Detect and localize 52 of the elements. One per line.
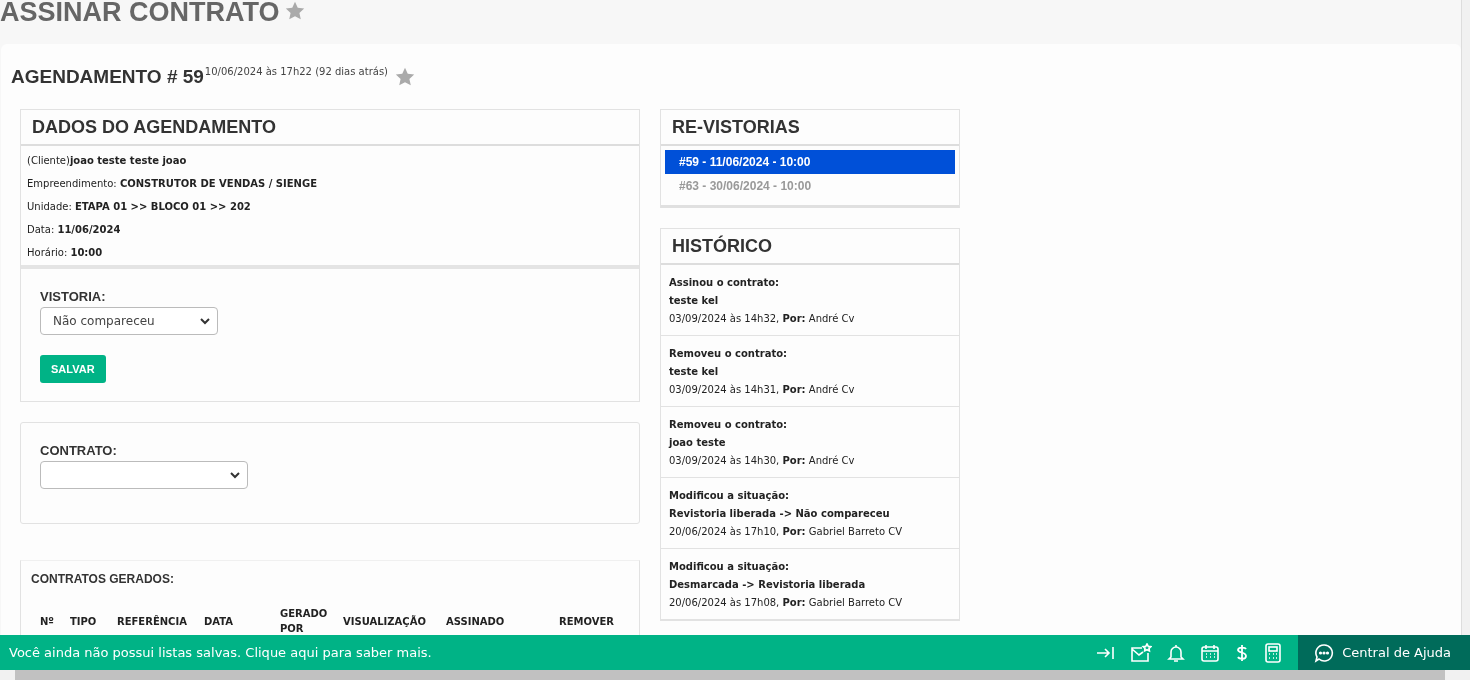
page-title: ASSINAR CONTRATO [0,0,280,24]
column-header: DATA [204,614,234,629]
history-meta: 20/06/2024 às 17h10, Por: Gabriel Barreto CV [669,525,904,539]
contract-label: CONTRATO: [40,443,118,458]
detail-text: Data: 11/06/2024 [27,223,122,237]
bell-icon[interactable] [1167,642,1186,663]
detail-text: (Cliente)joao teste teste joao [27,154,188,168]
calendar-icon[interactable] [1200,642,1221,663]
column-header: REFERÊNCIA [117,614,187,629]
vistoria-select[interactable]: Não compareceu [40,307,218,335]
chevron-down-icon [200,317,210,325]
history-detail: teste kel [669,365,720,379]
history-detail: Desmarcada -> Revistoria liberada [669,578,867,592]
history-detail: Revistoria liberada -> Não compareceu [669,507,891,521]
history-detail: teste kel [669,294,720,308]
column-header: GERADO POR [280,607,329,635]
scheduling-title: AGENDAMENTO # 59 [11,65,204,88]
history-detail: joao teste [669,436,727,450]
card-title: DADOS DO AGENDAMENTO [21,110,639,146]
card-title: HISTÓRICO [661,229,959,265]
revistoria-item[interactable]: #59 - 11/06/2024 - 10:00 [665,150,955,174]
vistoria-label: VISTORIA: [40,289,107,304]
timestamp: 10/06/2024 às 17h22 (92 dias atrás) [204,66,388,77]
help-button[interactable]: Central de Ajuda [1298,635,1470,670]
history-action: Modificou a situação: [669,560,791,574]
vertical-scrollbar[interactable] [1461,0,1470,635]
contract-select[interactable] [40,461,248,489]
detail-text: Horário: 10:00 [27,246,104,260]
section-title: CONTRATOS GERADOS: [31,572,175,586]
star-icon[interactable] [283,0,306,22]
column-header: VISUALIZAÇÃO [343,614,426,629]
detail-text: Unidade: ETAPA 01 >> BLOCO 01 >> 202 [27,200,252,214]
detail-text: Empreendimento: CONSTRUTOR DE VENDAS / SIENGE [27,177,319,191]
history-action: Assinou o contrato: [669,276,781,290]
calculator-icon[interactable] [1264,642,1283,663]
history-meta: 03/09/2024 às 14h30, Por: André Cv [669,454,856,468]
column-header: Nº [40,614,54,629]
history-action: Removeu o contrato: [669,347,789,361]
chevron-down-icon [230,471,240,479]
horizontal-scrollbar[interactable] [0,670,1470,680]
column-header: REMOVER [559,614,614,629]
card-title: RE-VISTORIAS [661,110,959,146]
history-action: Modificou a situação: [669,489,791,503]
chat-icon [1314,642,1335,663]
column-header: TIPO [70,614,97,629]
column-header: ASSINADO [446,614,505,629]
history-action: Removeu o contrato: [669,418,789,432]
envelope-star-icon[interactable] [1130,642,1153,663]
history-meta: 03/09/2024 às 14h32, Por: André Cv [669,312,856,326]
dollar-icon[interactable] [1235,642,1250,663]
history-meta: 03/09/2024 às 14h31, Por: André Cv [669,383,856,397]
history-meta: 20/06/2024 às 17h08, Por: Gabriel Barreto CV [669,596,904,610]
